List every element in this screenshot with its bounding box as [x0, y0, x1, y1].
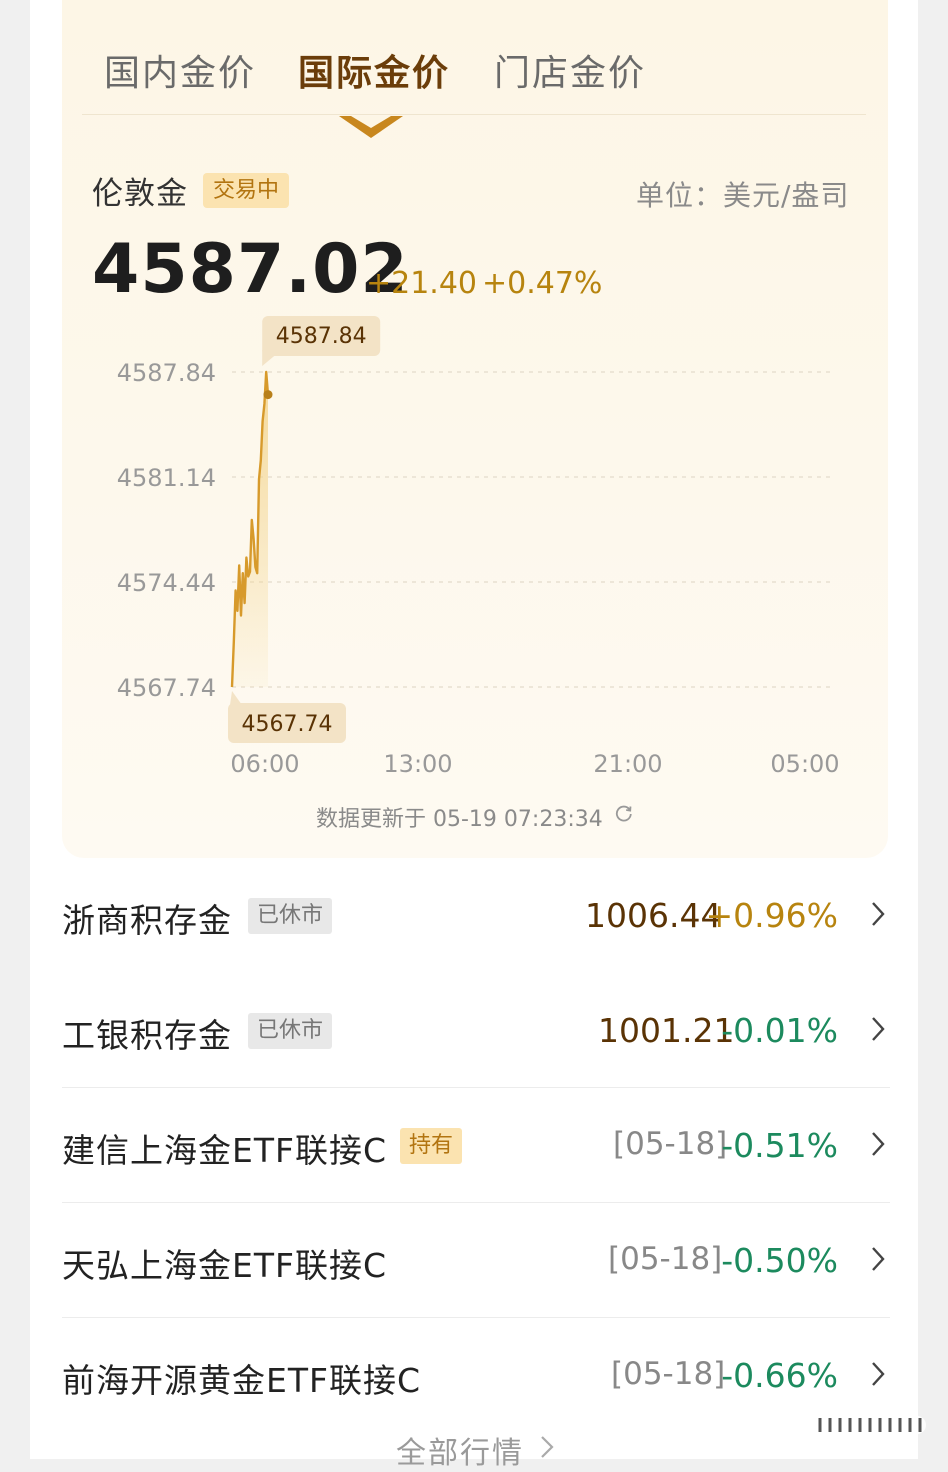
nav-date: [05-18]	[608, 1241, 723, 1277]
price-change: +21.40	[366, 266, 478, 301]
market-closed-tag: 已休市	[248, 898, 333, 934]
x-tick-label: 06:00	[230, 750, 299, 778]
list-item[interactable]: 前海开源黄金ETF联接C [05-18] -0.66%	[62, 1318, 890, 1433]
product-change-percent: -0.66%	[721, 1356, 838, 1395]
price-change-percent: +0.47%	[482, 266, 603, 301]
all-market-link[interactable]: 全部行情	[396, 1428, 524, 1472]
y-tick-label: 4567.74	[117, 674, 216, 702]
product-change-percent: -0.01%	[721, 1011, 838, 1050]
update-time: 数据更新于 05-19 07:23:34	[316, 807, 603, 832]
x-tick-label: 05:00	[770, 750, 839, 778]
low-price-pointer	[230, 691, 242, 705]
chevron-right-icon	[872, 1247, 885, 1271]
product-name: 浙商积存金	[62, 901, 232, 940]
chevron-right-icon	[872, 1017, 885, 1041]
product-name: 建信上海金ETF联接C	[62, 1131, 388, 1170]
chevron-right-icon	[872, 1132, 885, 1156]
product-change-percent: -0.51%	[721, 1126, 838, 1165]
low-price-label: 4567.74	[242, 712, 333, 737]
tab-domestic-gold[interactable]: 国内金价	[104, 44, 256, 96]
market-closed-tag: 已休市	[248, 1013, 333, 1049]
nav-date: [05-18]	[613, 1126, 728, 1162]
tab-divider	[82, 114, 866, 115]
tab-store-gold[interactable]: 门店金价	[494, 44, 646, 96]
latest-price-marker	[263, 390, 273, 400]
high-price-label: 4587.84	[276, 324, 367, 349]
product-change-percent: -0.50%	[721, 1241, 838, 1280]
nav-date: [05-18]	[611, 1356, 726, 1392]
x-tick-label: 13:00	[383, 750, 452, 778]
refresh-icon[interactable]	[615, 804, 633, 822]
tab-international-gold[interactable]: 国际金价	[298, 44, 450, 96]
watermark-bars-icon	[810, 1416, 926, 1434]
x-tick-label: 21:00	[593, 750, 662, 778]
product-name: 天弘上海金ETF联接C	[62, 1246, 388, 1285]
product-price: 1001.21	[598, 1011, 735, 1050]
product-name: 工银积存金	[62, 1016, 232, 1055]
chevron-right-icon	[872, 902, 885, 926]
list-item[interactable]: 建信上海金ETF联接C 持有 [05-18] -0.51%	[62, 1088, 890, 1203]
y-tick-label: 4574.44	[117, 569, 216, 597]
y-tick-label: 4587.84	[117, 359, 216, 387]
current-price: 4587.02	[92, 230, 409, 309]
status-badge: 交易中	[203, 173, 290, 208]
product-name: 前海开源黄金ETF联接C	[62, 1361, 422, 1400]
list-item[interactable]: 天弘上海金ETF联接C [05-18] -0.50%	[62, 1203, 890, 1318]
product-change-percent: +0.96%	[705, 896, 838, 935]
asset-name: 伦敦金	[92, 176, 188, 212]
unit-label: 单位：美元/盎司	[636, 179, 850, 212]
chevron-right-icon[interactable]	[540, 1434, 554, 1460]
y-tick-label: 4581.14	[117, 464, 216, 492]
product-price: 1006.44	[585, 896, 722, 935]
list-item[interactable]: 工银积存金 已休市 1001.21 -0.01%	[62, 973, 890, 1088]
holding-tag: 持有	[400, 1128, 463, 1164]
active-tab-indicator-inner	[351, 116, 391, 128]
price-line-chart[interactable]: 4587.84 4581.14 4574.44 4567.74 06:00 13:00 21…	[92, 310, 852, 790]
chevron-right-icon	[872, 1362, 885, 1386]
list-item[interactable]: 浙商积存金 已休市 1006.44 +0.96%	[62, 858, 890, 973]
